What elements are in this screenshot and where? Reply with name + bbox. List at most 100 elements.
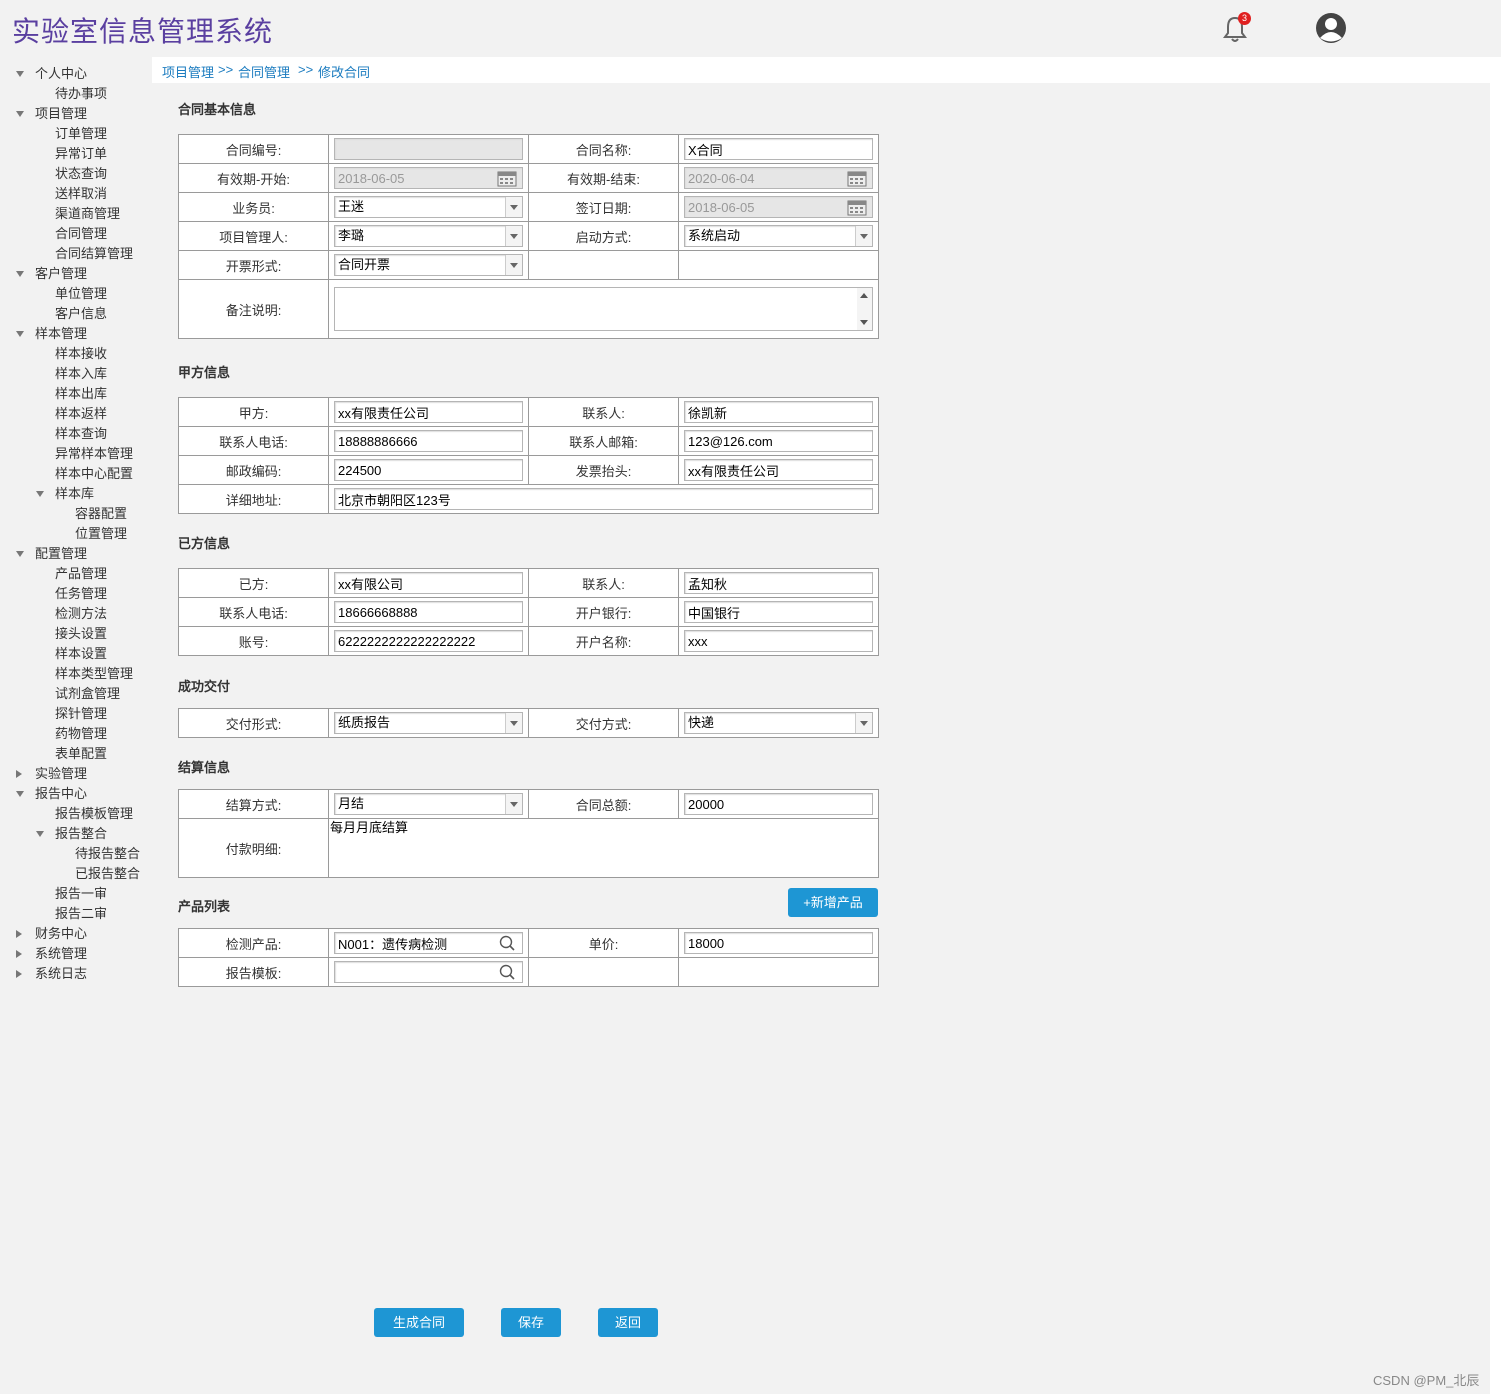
invoice-form-select[interactable]: 合同开票: [334, 254, 523, 276]
sign-date-input[interactable]: [684, 196, 873, 218]
chevron-down-icon[interactable]: [505, 226, 522, 246]
sidebar-item[interactable]: 待报告整合: [75, 844, 140, 864]
sidebar-item[interactable]: 单位管理: [55, 284, 107, 304]
collapse-arrow-icon[interactable]: [16, 950, 22, 958]
avatar-icon[interactable]: [1315, 12, 1347, 44]
sidebar-item[interactable]: 报告整合: [55, 824, 107, 844]
sidebar-item[interactable]: 报告中心: [35, 784, 87, 804]
sidebar-item[interactable]: 订单管理: [55, 124, 107, 144]
sidebar-item[interactable]: 报告模板管理: [55, 804, 133, 824]
sidebar-item[interactable]: 接头设置: [55, 624, 107, 644]
chevron-down-icon[interactable]: [505, 713, 522, 733]
sidebar-item[interactable]: 样本设置: [55, 644, 107, 664]
expand-arrow-icon[interactable]: [16, 791, 24, 797]
sidebar-item[interactable]: 位置管理: [75, 524, 127, 544]
sidebar-item[interactable]: 渠道商管理: [55, 204, 120, 224]
party-a-phone-input[interactable]: [334, 430, 523, 452]
party-a-input[interactable]: [334, 401, 523, 423]
account-input[interactable]: [334, 630, 523, 652]
valid-start-input[interactable]: [334, 167, 523, 189]
sidebar-item[interactable]: 样本接收: [55, 344, 107, 364]
expand-arrow-icon[interactable]: [16, 331, 24, 337]
breadcrumb-item[interactable]: 合同管理: [238, 62, 290, 81]
sidebar-item[interactable]: 表单配置: [55, 744, 107, 764]
expand-arrow-icon[interactable]: [36, 491, 44, 497]
sidebar-item[interactable]: 样本入库: [55, 364, 107, 384]
sidebar-item[interactable]: 待办事项: [55, 84, 107, 104]
sidebar-item[interactable]: 客户信息: [55, 304, 107, 324]
sidebar-item[interactable]: 系统日志: [35, 964, 87, 984]
address-input[interactable]: [334, 488, 873, 510]
total-amount-input[interactable]: [684, 793, 873, 815]
sidebar-item[interactable]: 客户管理: [35, 264, 87, 284]
sidebar-item[interactable]: 状态查询: [55, 164, 107, 184]
party-b-contact-input[interactable]: [684, 572, 873, 594]
chevron-down-icon[interactable]: [505, 794, 522, 814]
party-a-zip-input[interactable]: [334, 459, 523, 481]
sidebar-item[interactable]: 报告二审: [55, 904, 107, 924]
sidebar-item[interactable]: 项目管理: [35, 104, 87, 124]
party-b-phone-input[interactable]: [334, 601, 523, 623]
expand-arrow-icon[interactable]: [16, 71, 24, 77]
account-name-input[interactable]: [684, 630, 873, 652]
sidebar-item[interactable]: 试剂盒管理: [55, 684, 120, 704]
collapse-arrow-icon[interactable]: [16, 970, 22, 978]
invoice-title-input[interactable]: [684, 459, 873, 481]
sidebar-item[interactable]: 样本管理: [35, 324, 87, 344]
party-a-email-input[interactable]: [684, 430, 873, 452]
chevron-down-icon[interactable]: [855, 226, 872, 246]
valid-end-input[interactable]: [684, 167, 873, 189]
sidebar-item[interactable]: 探针管理: [55, 704, 107, 724]
sidebar-item[interactable]: 已报告整合: [75, 864, 140, 884]
sidebar-item[interactable]: 样本返样: [55, 404, 107, 424]
sidebar-item[interactable]: 检测方法: [55, 604, 107, 624]
settlement-method-select[interactable]: 月结: [334, 793, 523, 815]
salesman-select[interactable]: 王迷: [334, 196, 523, 218]
calendar-icon[interactable]: [847, 169, 867, 187]
sidebar-item[interactable]: 异常样本管理: [55, 444, 133, 464]
sidebar-item[interactable]: 样本中心配置: [55, 464, 133, 484]
sidebar-item[interactable]: 药物管理: [55, 724, 107, 744]
bank-input[interactable]: [684, 601, 873, 623]
party-a-contact-input[interactable]: [684, 401, 873, 423]
sidebar-item[interactable]: 合同管理: [55, 224, 107, 244]
calendar-icon[interactable]: [847, 198, 867, 216]
search-icon[interactable]: [499, 964, 515, 980]
collapse-arrow-icon[interactable]: [16, 930, 22, 938]
sidebar-item[interactable]: 个人中心: [35, 64, 87, 84]
expand-arrow-icon[interactable]: [36, 831, 44, 837]
sidebar-item[interactable]: 任务管理: [55, 584, 107, 604]
back-button[interactable]: 返回: [598, 1308, 658, 1337]
sidebar-item[interactable]: 样本查询: [55, 424, 107, 444]
expand-arrow-icon[interactable]: [16, 271, 24, 277]
sidebar-item[interactable]: 样本类型管理: [55, 664, 133, 684]
report-template-input[interactable]: [334, 961, 523, 983]
delivery-form-select[interactable]: 纸质报告: [334, 712, 523, 734]
sidebar-item[interactable]: 配置管理: [35, 544, 87, 564]
project-manager-select[interactable]: 李璐: [334, 225, 523, 247]
price-input[interactable]: [684, 932, 873, 954]
party-b-input[interactable]: [334, 572, 523, 594]
search-icon[interactable]: [499, 935, 515, 951]
generate-contract-button[interactable]: 生成合同: [374, 1308, 464, 1337]
sidebar-item[interactable]: 系统管理: [35, 944, 87, 964]
delivery-mode-select[interactable]: 快递: [684, 712, 873, 734]
sidebar-item[interactable]: 实验管理: [35, 764, 87, 784]
expand-arrow-icon[interactable]: [16, 111, 24, 117]
contract-name-input[interactable]: [684, 138, 873, 160]
scrollbar[interactable]: [857, 288, 872, 330]
chevron-down-icon[interactable]: [505, 255, 522, 275]
sidebar-item[interactable]: 财务中心: [35, 924, 87, 944]
product-input[interactable]: [334, 932, 523, 954]
chevron-down-icon[interactable]: [505, 197, 522, 217]
breadcrumb-item[interactable]: 项目管理: [162, 62, 214, 81]
collapse-arrow-icon[interactable]: [16, 770, 22, 778]
sidebar-item[interactable]: 产品管理: [55, 564, 107, 584]
sidebar-item[interactable]: 样本出库: [55, 384, 107, 404]
sidebar-item[interactable]: 报告一审: [55, 884, 107, 904]
sidebar-item[interactable]: 容器配置: [75, 504, 127, 524]
save-button[interactable]: 保存: [501, 1308, 561, 1337]
sidebar-item[interactable]: 样本库: [55, 484, 94, 504]
remark-textarea[interactable]: [334, 287, 873, 331]
sidebar-item[interactable]: 送样取消: [55, 184, 107, 204]
